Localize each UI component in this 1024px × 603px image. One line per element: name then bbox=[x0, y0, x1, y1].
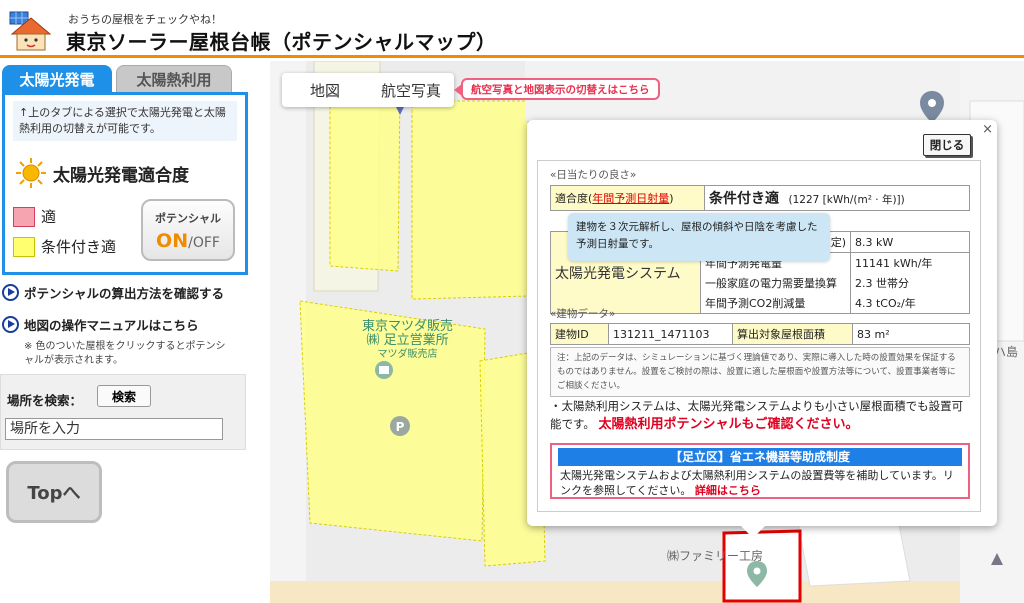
close-x-icon[interactable]: × bbox=[982, 122, 993, 137]
house-logo-icon[interactable] bbox=[8, 8, 54, 52]
tab-switch-note: ↑上のタブによる選択で太陽光発電と太陽熱利用の切替えが可能です。 bbox=[13, 101, 237, 141]
click-roof-note: ※ 色のついた屋根をクリックするとポテンシャルが表示されます。 bbox=[24, 341, 226, 366]
section-building-heading: «建物データ» bbox=[550, 308, 616, 320]
popup-content: «日当たりの良さ» 適合度(年間予測日射量) 条件付き適 (1227 [kWh/… bbox=[537, 160, 981, 512]
potential-toggle-label: ポテンシャル bbox=[155, 212, 221, 225]
suitability-grade: 条件付き適 bbox=[709, 191, 779, 207]
site-header: おうちの屋根をチェックやね！ 東京ソーラー屋根台帳（ポテンシャルマップ） bbox=[0, 0, 1024, 58]
legend-conditional-label: 条件付き適 bbox=[41, 238, 117, 256]
svg-text:P: P bbox=[396, 420, 405, 434]
potential-toggle-button[interactable]: ポテンシャル ON/OFF bbox=[141, 199, 235, 261]
search-label: 場所を検索： bbox=[7, 393, 83, 408]
building-table: 建物ID 131211_1471103 算出対象屋根面積 83 m² bbox=[550, 323, 970, 345]
roof-info-popup: × 閉じる «日当たりの良さ» 適合度(年間予測日射量) 条件付き適 (1227… bbox=[527, 120, 997, 538]
calc-method-label: ポテンシャルの算出方法を確認する bbox=[24, 286, 225, 301]
subsidy-box: 【足立区】省エネ機器等助成制度 太陽光発電システムおよび太陽熱利用システムの設置… bbox=[550, 443, 970, 499]
sun-icon bbox=[16, 158, 46, 188]
suitability-header: 太陽光発電適合度 bbox=[15, 157, 189, 189]
search-button[interactable]: 検索 bbox=[97, 385, 151, 407]
potential-toggle-state: ON/OFF bbox=[143, 230, 233, 252]
search-input[interactable] bbox=[5, 418, 223, 440]
play-circle-icon bbox=[2, 284, 19, 301]
top-button[interactable]: Topへ bbox=[6, 461, 102, 523]
map-edge-label: ハ島 bbox=[994, 345, 1019, 359]
parking-pin-icon[interactable]: P bbox=[390, 416, 410, 436]
household-label: 一般家庭の電力需要量換算 bbox=[700, 273, 851, 293]
play-circle-icon bbox=[2, 316, 19, 333]
poi-mazda-name: 東京マツダ販売 bbox=[362, 319, 454, 334]
legend-suitable-label: 適 bbox=[41, 208, 57, 226]
building-id-label: 建物ID bbox=[550, 323, 609, 345]
close-button[interactable]: 閉じる bbox=[923, 134, 971, 156]
fit-label: 適合度( bbox=[555, 192, 593, 205]
roof-area-label: 算出対象屋根面積 bbox=[732, 323, 853, 345]
potential-off-text: /OFF bbox=[188, 235, 220, 251]
fit-label-end: ) bbox=[669, 192, 674, 205]
irradiance-link[interactable]: 年間予測日射量 bbox=[592, 192, 669, 205]
calc-method-link[interactable]: ポテンシャルの算出方法を確認する bbox=[2, 283, 224, 302]
place-search: 場所を検索： 検索 bbox=[0, 374, 246, 450]
left-sidebar: 太陽光発電 太陽熱利用 ↑上のタブによる選択で太陽光発電と太陽熱利用の切替えが可… bbox=[0, 61, 268, 603]
subsidy-title[interactable]: 【足立区】省エネ機器等助成制度 bbox=[558, 448, 962, 466]
section-sun-heading: «日当たりの良さ» bbox=[550, 169, 637, 181]
poi-mazda-branch: ㈱ 足立営業所 bbox=[366, 333, 449, 348]
map-view-toggle: 地図 航空写真 bbox=[282, 73, 454, 107]
grade-cell: 条件付き適 (1227 [kWh/(m² · 年)]) bbox=[704, 185, 970, 211]
site-tagline: おうちの屋根をチェックやね！ bbox=[68, 13, 222, 26]
aerial-view-button[interactable]: 航空写真 bbox=[368, 73, 454, 107]
subsidy-description: 太陽光発電システムおよび太陽熱利用システムの設置費等を補助しています。リンクを参… bbox=[560, 468, 960, 498]
conditional-swatch bbox=[13, 236, 35, 257]
legend-conditional: 条件付き適 bbox=[13, 236, 116, 257]
disclaimer-note: 注：上記のデータは、シミュレーションに基づく理論値であり、実際に導入した時の設置… bbox=[550, 347, 970, 397]
thermal-cta[interactable]: 太陽熱利用ポテンシャルもご確認ください。 bbox=[599, 417, 859, 432]
irradiance-tooltip: 建物を３次元解析し、屋根の傾斜や日陰を考慮した予測日射量です。 bbox=[568, 213, 830, 261]
shop-pin-icon[interactable] bbox=[375, 361, 393, 379]
map-view-button[interactable]: 地図 bbox=[282, 73, 368, 107]
roof-area-value: 83 m² bbox=[852, 323, 970, 345]
co2-value: 4.3 tCO₂/年 bbox=[850, 293, 970, 314]
building-id-value: 131211_1471103 bbox=[608, 323, 733, 345]
poi-family-label[interactable]: ㈱ファミリー工房 bbox=[667, 549, 763, 563]
subsidy-detail-link[interactable]: 詳細はこちら bbox=[695, 484, 761, 497]
site-title[interactable]: 東京ソーラー屋根台帳（ポテンシャルマップ） bbox=[66, 26, 497, 55]
fit-label-cell: 適合度(年間予測日射量) bbox=[550, 185, 705, 211]
suitability-title: 太陽光発電適合度 bbox=[53, 165, 189, 186]
suitability-table: 適合度(年間予測日射量) 条件付き適 (1227 [kWh/(m² · 年)]) bbox=[550, 185, 970, 211]
legend-suitable: 適 bbox=[13, 206, 56, 227]
poi-mazda-category: マツダ販売店 bbox=[377, 349, 438, 360]
co2-label: 年間予測CO2削減量 bbox=[700, 293, 851, 314]
potential-on-text: ON bbox=[156, 230, 189, 252]
poi-mazda-label[interactable]: 東京マツダ販売 ㈱ 足立営業所 マツダ販売店 bbox=[362, 320, 453, 362]
suitability-panel: ↑上のタブによる選択で太陽光発電と太陽熱利用の切替えが可能です。 太陽光発電適合… bbox=[2, 92, 248, 275]
capacity-value: 8.3 kW bbox=[850, 231, 970, 253]
suitable-swatch bbox=[13, 206, 35, 227]
household-value: 2.3 世帯分 bbox=[850, 273, 970, 293]
manual-link[interactable]: 地図の操作マニュアルはこちら bbox=[2, 315, 199, 334]
thermal-note: ・太陽熱利用システムは、太陽光発電システムよりも小さい屋根面積でも設置可能です。… bbox=[550, 397, 972, 434]
tab-solar-thermal[interactable]: 太陽熱利用 bbox=[116, 65, 232, 93]
tab-solar-power[interactable]: 太陽光発電 bbox=[2, 65, 112, 93]
manual-label: 地図の操作マニュアルはこちら bbox=[24, 318, 199, 333]
annual-gen-value: 11141 kWh/年 bbox=[850, 252, 970, 273]
view-toggle-callout: 航空写真と地図表示の切替えはこちら bbox=[454, 78, 660, 100]
irradiance-value: (1227 [kWh/(m² · 年)]) bbox=[788, 194, 905, 206]
